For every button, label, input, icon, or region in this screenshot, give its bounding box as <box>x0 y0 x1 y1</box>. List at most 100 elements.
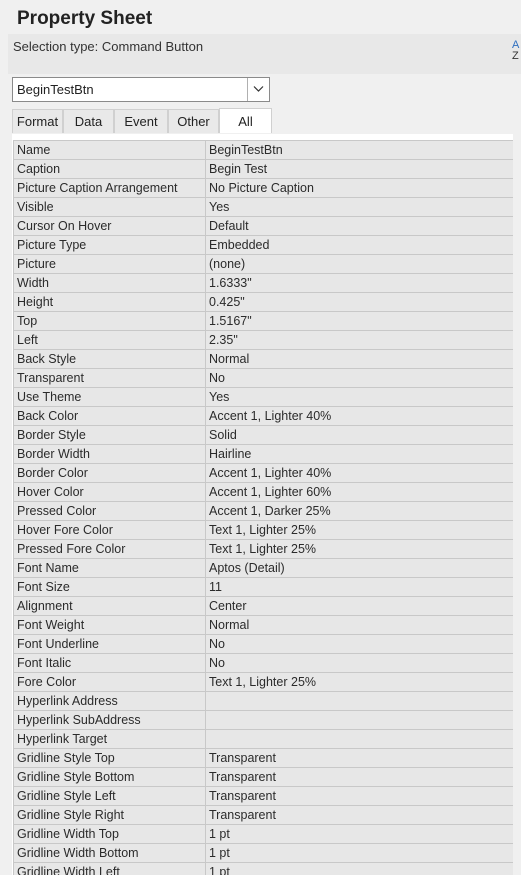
property-name[interactable]: Back Style <box>13 349 206 369</box>
property-name[interactable]: Visible <box>13 197 206 217</box>
property-name[interactable]: Hover Fore Color <box>13 520 206 540</box>
property-row[interactable]: Caption Begin Test <box>13 159 516 179</box>
property-row[interactable]: Gridline Width Left 1 pt <box>13 862 516 875</box>
property-row[interactable]: Gridline Width Bottom 1 pt <box>13 843 516 863</box>
property-row[interactable]: Picture (none) <box>13 254 516 274</box>
property-name[interactable]: Gridline Width Left <box>13 862 206 875</box>
property-name[interactable]: Left <box>13 330 206 350</box>
property-name[interactable]: Height <box>13 292 206 312</box>
property-row[interactable]: Gridline Style Left Transparent <box>13 786 516 806</box>
property-value[interactable]: Default <box>205 216 516 236</box>
property-row[interactable]: Border Width Hairline <box>13 444 516 464</box>
property-row[interactable]: Alignment Center <box>13 596 516 616</box>
property-name[interactable]: Gridline Style Right <box>13 805 206 825</box>
object-selector-combo[interactable]: BeginTestBtn <box>12 77 270 102</box>
property-row[interactable]: Hyperlink SubAddress <box>13 710 516 730</box>
property-name[interactable]: Picture <box>13 254 206 274</box>
property-value[interactable]: Text 1, Lighter 25% <box>205 520 516 540</box>
property-row[interactable]: Height 0.425" <box>13 292 516 312</box>
property-row[interactable]: Visible Yes <box>13 197 516 217</box>
property-value[interactable]: 11 <box>205 577 516 597</box>
property-name[interactable]: Border Color <box>13 463 206 483</box>
property-value[interactable]: 1.6333" <box>205 273 516 293</box>
property-name[interactable]: Font Name <box>13 558 206 578</box>
property-row[interactable]: Width 1.6333" <box>13 273 516 293</box>
property-value[interactable]: 1 pt <box>205 843 516 863</box>
property-value[interactable] <box>205 691 516 711</box>
property-row[interactable]: Font Underline No <box>13 634 516 654</box>
property-value[interactable]: Transparent <box>205 748 516 768</box>
property-value[interactable]: No <box>205 634 516 654</box>
property-value[interactable]: Transparent <box>205 805 516 825</box>
property-row[interactable]: Gridline Style Right Transparent <box>13 805 516 825</box>
property-name[interactable]: Gridline Style Left <box>13 786 206 806</box>
property-value[interactable]: 2.35" <box>205 330 516 350</box>
property-value[interactable]: Center <box>205 596 516 616</box>
tab-event[interactable]: Event <box>114 109 168 133</box>
property-row[interactable]: Use Theme Yes <box>13 387 516 407</box>
property-row[interactable]: Cursor On Hover Default <box>13 216 516 236</box>
property-name[interactable]: Gridline Width Top <box>13 824 206 844</box>
property-value[interactable]: Aptos (Detail) <box>205 558 516 578</box>
property-name[interactable]: Fore Color <box>13 672 206 692</box>
property-name[interactable]: Font Weight <box>13 615 206 635</box>
property-value[interactable]: Accent 1, Lighter 60% <box>205 482 516 502</box>
property-name[interactable]: Picture Type <box>13 235 206 255</box>
property-row[interactable]: Top 1.5167" <box>13 311 516 331</box>
property-row[interactable]: Left 2.35" <box>13 330 516 350</box>
property-row[interactable]: Transparent No <box>13 368 516 388</box>
property-name[interactable]: Hover Color <box>13 482 206 502</box>
property-value[interactable] <box>205 729 516 749</box>
object-selector-dropdown-button[interactable] <box>247 78 269 101</box>
property-row[interactable]: Border Color Accent 1, Lighter 40% <box>13 463 516 483</box>
property-row[interactable]: Font Size 11 <box>13 577 516 597</box>
property-value[interactable]: Normal <box>205 615 516 635</box>
property-value[interactable] <box>205 710 516 730</box>
property-name[interactable]: Caption <box>13 159 206 179</box>
property-value[interactable]: BeginTestBtn <box>205 140 516 160</box>
property-row[interactable]: Name BeginTestBtn <box>13 140 516 160</box>
property-name[interactable]: Font Size <box>13 577 206 597</box>
property-value[interactable]: Text 1, Lighter 25% <box>205 539 516 559</box>
property-value[interactable]: Normal <box>205 349 516 369</box>
property-row[interactable]: Gridline Width Top 1 pt <box>13 824 516 844</box>
property-row[interactable]: Back Style Normal <box>13 349 516 369</box>
property-value[interactable]: Transparent <box>205 767 516 787</box>
property-row[interactable]: Font Name Aptos (Detail) <box>13 558 516 578</box>
property-value[interactable]: 1 pt <box>205 824 516 844</box>
property-row[interactable]: Fore Color Text 1, Lighter 25% <box>13 672 516 692</box>
property-name[interactable]: Back Color <box>13 406 206 426</box>
property-row[interactable]: Hyperlink Address <box>13 691 516 711</box>
property-value[interactable]: 1.5167" <box>205 311 516 331</box>
property-value[interactable]: No <box>205 653 516 673</box>
property-name[interactable]: Gridline Style Bottom <box>13 767 206 787</box>
property-value[interactable]: No Picture Caption <box>205 178 516 198</box>
property-row[interactable]: Hover Color Accent 1, Lighter 60% <box>13 482 516 502</box>
property-name[interactable]: Gridline Width Bottom <box>13 843 206 863</box>
property-name[interactable]: Alignment <box>13 596 206 616</box>
property-row[interactable]: Back Color Accent 1, Lighter 40% <box>13 406 516 426</box>
property-value[interactable]: Text 1, Lighter 25% <box>205 672 516 692</box>
property-row[interactable]: Pressed Color Accent 1, Darker 25% <box>13 501 516 521</box>
property-name[interactable]: Pressed Fore Color <box>13 539 206 559</box>
property-name[interactable]: Border Width <box>13 444 206 464</box>
tab-data[interactable]: Data <box>63 109 114 133</box>
property-value[interactable]: Solid <box>205 425 516 445</box>
property-value[interactable]: (none) <box>205 254 516 274</box>
tab-other[interactable]: Other <box>168 109 219 133</box>
property-value[interactable]: Transparent <box>205 786 516 806</box>
property-name[interactable]: Pressed Color <box>13 501 206 521</box>
property-value[interactable]: Begin Test <box>205 159 516 179</box>
sort-az-icon[interactable]: A Z <box>512 40 521 64</box>
property-name[interactable]: Cursor On Hover <box>13 216 206 236</box>
property-name[interactable]: Name <box>13 140 206 160</box>
property-value[interactable]: Accent 1, Lighter 40% <box>205 406 516 426</box>
property-row[interactable]: Gridline Style Top Transparent <box>13 748 516 768</box>
property-row[interactable]: Picture Type Embedded <box>13 235 516 255</box>
property-name[interactable]: Top <box>13 311 206 331</box>
property-name[interactable]: Hyperlink Target <box>13 729 206 749</box>
property-name[interactable]: Picture Caption Arrangement <box>13 178 206 198</box>
tab-all[interactable]: All <box>219 108 272 133</box>
property-value[interactable]: Accent 1, Lighter 40% <box>205 463 516 483</box>
property-row[interactable]: Gridline Style Bottom Transparent <box>13 767 516 787</box>
